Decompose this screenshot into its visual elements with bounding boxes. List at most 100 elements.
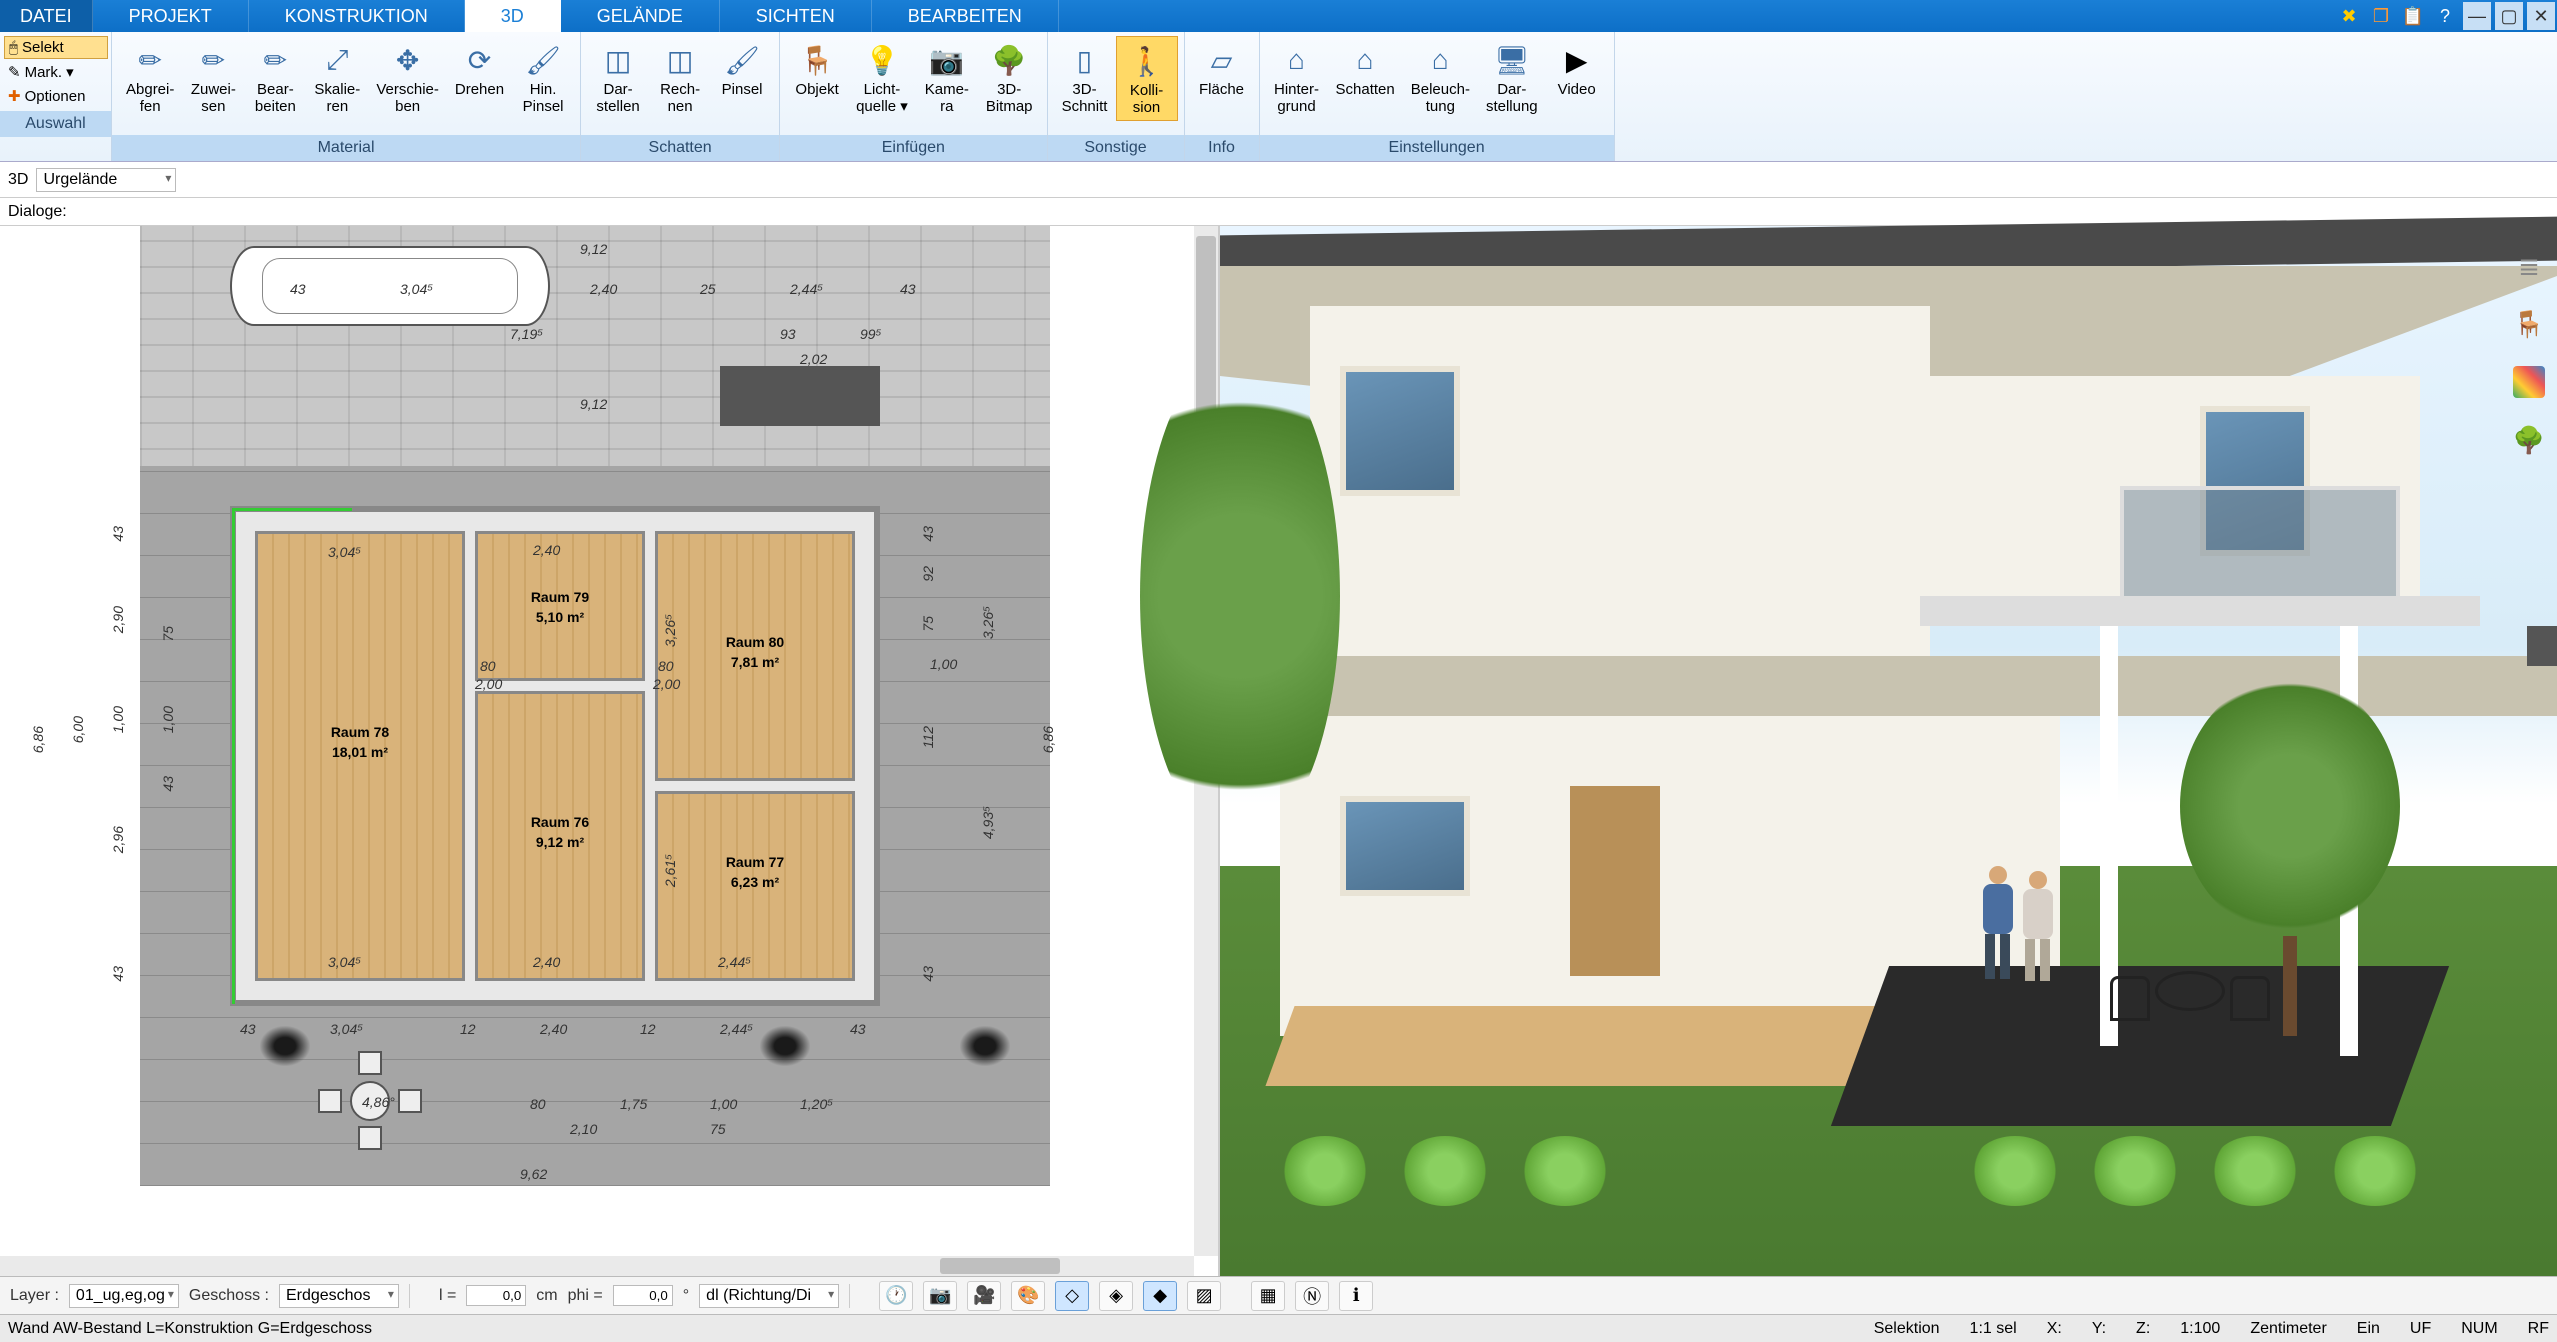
hinpinsel-button[interactable]: 🖌Hin.Pinsel [512, 36, 574, 119]
dim: 2,96 [110, 826, 126, 853]
grid-icon[interactable]: ▦ [1251, 1281, 1285, 1311]
room-80: Raum 80 7,81 m² 3,26⁵ [655, 531, 855, 781]
dim: 99⁵ [860, 326, 881, 342]
menu-bearbeiten[interactable]: BEARBEITEN [872, 0, 1059, 32]
room-76: Raum 76 9,12 m² 2,40 [475, 691, 645, 981]
minimize-icon[interactable]: — [2463, 2, 2491, 30]
room-77: Raum 77 6,23 m² 2,44⁵ 2,61⁵ [655, 791, 855, 981]
2d-plan-view[interactable]: 9,12 3,04⁵ 43 2,40 25 2,44⁵ 43 7,19⁵ 93 … [0, 226, 1220, 1276]
menu-3d[interactable]: 3D [465, 0, 561, 32]
tool-wrench-icon[interactable]: ✖ [2335, 2, 2363, 30]
layers-icon[interactable]: ≣ [2509, 246, 2549, 286]
direction-dropdown[interactable]: dl (Richtung/Di [699, 1284, 839, 1308]
tool-paste-icon[interactable]: 📋 [2399, 2, 2427, 30]
menu-projekt[interactable]: PROJEKT [93, 0, 249, 32]
dim: 80 [480, 658, 496, 674]
group-sonstige-label: Sonstige [1048, 135, 1184, 161]
materials-icon[interactable]: . [2513, 366, 2545, 398]
panel-toggle[interactable] [2527, 626, 2557, 666]
palette-icon[interactable]: 🎨 [1011, 1281, 1045, 1311]
status-x: X: [2047, 1320, 2062, 1338]
menu-gelaende[interactable]: GELÄNDE [561, 0, 720, 32]
car-symbol [230, 246, 550, 326]
status-rf: RF [2528, 1320, 2549, 1338]
lichtquelle-button[interactable]: 💡Licht-quelle ▾ [848, 36, 916, 119]
darstellung-button[interactable]: 🖥Dar-stellung [1478, 36, 1546, 119]
person-2 [2020, 871, 2056, 984]
verschieben-button[interactable]: ✥Verschie-ben [368, 36, 447, 119]
3d-render-view[interactable]: ≣ 🪑 . 🌳 [1220, 226, 2557, 1276]
dim: 92 [920, 566, 936, 582]
video-icon[interactable]: 🎥 [967, 1281, 1001, 1311]
tool-copy-icon[interactable]: ❐ [2367, 2, 2395, 30]
scrollbar-horizontal[interactable] [0, 1256, 1194, 1276]
mode3-icon[interactable]: ◆ [1143, 1281, 1177, 1311]
abgreifen-button[interactable]: ✏Abgrei-fen [118, 36, 182, 119]
dim: 25 [700, 281, 716, 297]
layer-dropdown[interactable]: 01_ug,eg,og [69, 1284, 179, 1308]
menu-sichten[interactable]: SICHTEN [720, 0, 872, 32]
dim: 2,40 [590, 281, 617, 297]
kamera-button[interactable]: 📷Kame-ra [916, 36, 978, 119]
camera-icon[interactable]: 📷 [923, 1281, 957, 1311]
bush-icon [960, 1026, 1010, 1066]
dim: 2,00 [653, 676, 680, 692]
phi-field[interactable] [613, 1285, 673, 1306]
dim: 1,00 [710, 1096, 737, 1112]
dim: 2,90 [110, 606, 126, 633]
3dbitmap-button[interactable]: 🌳3D-Bitmap [978, 36, 1041, 119]
clock-icon[interactable]: 🕐 [879, 1281, 913, 1311]
schatten2-button[interactable]: ⌂Schatten [1328, 36, 1403, 103]
hintergrund-button[interactable]: ⌂Hinter-grund [1266, 36, 1328, 119]
dim-top: 9,12 [580, 241, 607, 257]
skalieren-button[interactable]: ⤢Skalie-ren [306, 36, 368, 119]
maximize-icon[interactable]: ▢ [2495, 2, 2523, 30]
menu-datei[interactable]: DATEI [0, 0, 93, 32]
darstellen-button[interactable]: ◫Dar-stellen [587, 36, 649, 119]
control-bar: Layer : 01_ug,eg,og Geschoss : Erdgescho… [0, 1276, 2557, 1314]
3dschnitt-button[interactable]: ▯3D-Schnitt [1054, 36, 1116, 119]
group-material-label: Material [112, 135, 580, 161]
beleuchtung-button[interactable]: ⌂Beleuch-tung [1403, 36, 1478, 119]
dim: 6,86 [30, 726, 46, 753]
group-schatten-label: Schatten [581, 135, 779, 161]
video-button[interactable]: ▶Video [1546, 36, 1608, 103]
bearbeiten-button[interactable]: ✏Bear-beiten [244, 36, 306, 119]
view-bar: 3D Urgelände [0, 162, 2557, 198]
ribbon: 🖱 Selekt ✎ Mark. ▾ ✚ Optionen Auswahl ✏A… [0, 32, 2557, 162]
help-icon[interactable]: ? [2431, 2, 2459, 30]
north-icon[interactable]: Ⓝ [1295, 1281, 1329, 1311]
close-icon[interactable]: ✕ [2527, 2, 2555, 30]
tree-icon[interactable]: 🌳 [2509, 420, 2549, 460]
selekt-button[interactable]: 🖱 Selekt [4, 36, 108, 59]
dim: 43 [160, 776, 176, 792]
drehen-button[interactable]: ⟳Drehen [447, 36, 512, 103]
info-icon[interactable]: ℹ [1339, 1281, 1373, 1311]
mode1-icon[interactable]: ◇ [1055, 1281, 1089, 1311]
dim: 80 [658, 658, 674, 674]
dim: 1,00 [160, 706, 176, 733]
dim: 75 [710, 1121, 726, 1137]
dim-angle: 4,86° [362, 1094, 395, 1110]
mode2-icon[interactable]: ◈ [1099, 1281, 1133, 1311]
l-field[interactable] [466, 1285, 526, 1306]
dim: 1,20⁵ [800, 1096, 833, 1112]
zuweisen-button[interactable]: ✏Zuwei-sen [182, 36, 244, 119]
flaeche-button[interactable]: ▱Fläche [1191, 36, 1253, 103]
group-einstellungen-label: Einstellungen [1260, 135, 1614, 161]
rechnen-button[interactable]: ◫Rech-nen [649, 36, 711, 119]
terrain-dropdown[interactable]: Urgelände [36, 168, 176, 192]
geschoss-dropdown[interactable]: Erdgeschos [279, 1284, 399, 1308]
dim: 2,00 [475, 676, 502, 692]
mark-button[interactable]: ✎ Mark. ▾ [4, 61, 108, 83]
furniture-icon[interactable]: 🪑 [2509, 304, 2549, 344]
mode4-icon[interactable]: ▨ [1187, 1281, 1221, 1311]
dim: 2,44⁵ [720, 1021, 753, 1037]
status-y: Y: [2092, 1320, 2106, 1338]
pinsel-button[interactable]: 🖌Pinsel [711, 36, 773, 103]
optionen-button[interactable]: ✚ Optionen [4, 85, 108, 107]
kollision-button[interactable]: 🚶Kolli-sion [1116, 36, 1178, 121]
dim: 1,75 [620, 1096, 647, 1112]
menu-konstruktion[interactable]: KONSTRUKTION [249, 0, 465, 32]
objekt-button[interactable]: 🪑Objekt [786, 36, 848, 103]
